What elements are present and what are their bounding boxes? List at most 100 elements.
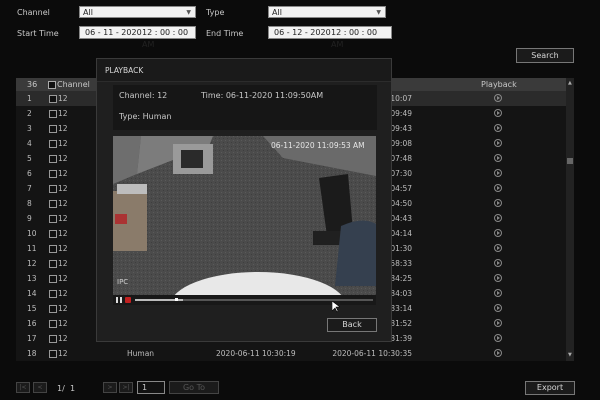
row-checkbox[interactable] (49, 155, 57, 163)
next-page-button[interactable]: > (103, 382, 117, 393)
row-checkbox[interactable] (49, 320, 57, 328)
select-all-checkbox[interactable] (48, 81, 56, 89)
row-channel: 12 (58, 349, 68, 358)
channel-label: Channel (17, 8, 50, 17)
row-channel: 12 (58, 214, 68, 223)
play-icon[interactable] (494, 214, 502, 222)
last-page-button[interactable]: >| (119, 382, 133, 393)
first-page-button[interactable]: |< (16, 382, 30, 393)
row-checkbox[interactable] (49, 185, 57, 193)
row-number: 14 (27, 289, 37, 298)
back-button[interactable]: Back (327, 318, 377, 332)
prev-page-button[interactable]: < (33, 382, 47, 393)
row-channel: 12 (58, 124, 68, 133)
playback-dialog: PLAYBACK Channel: 12 Time: 06-11-2020 11… (96, 58, 392, 342)
row-number: 9 (27, 214, 32, 223)
playback-column-header: Playback (481, 80, 517, 89)
play-icon[interactable] (494, 244, 502, 252)
row-number: 16 (27, 319, 37, 328)
row-checkbox[interactable] (49, 110, 57, 118)
row-checkbox[interactable] (49, 260, 57, 268)
row-checkbox[interactable] (49, 245, 57, 253)
pause-icon-bar (120, 297, 122, 303)
row-number: 1 (27, 94, 32, 103)
play-icon[interactable] (494, 229, 502, 237)
end-time-label: End Time (206, 29, 244, 38)
row-number: 5 (27, 154, 32, 163)
page-total: 1 (70, 384, 76, 393)
type-select-value: All (272, 8, 282, 17)
type-select[interactable]: All ▼ (268, 6, 386, 18)
row-number: 7 (27, 184, 32, 193)
end-date-value: 06 - 12 - 2020 (274, 28, 331, 37)
record-icon[interactable] (125, 297, 131, 303)
play-icon[interactable] (494, 274, 502, 282)
camera-frame (113, 136, 376, 295)
row-number: 2 (27, 109, 32, 118)
event-time: Time: 06-11-2020 11:09:50AM (201, 91, 324, 100)
row-number: 8 (27, 199, 32, 208)
row-channel: 12 (58, 184, 68, 193)
video-player[interactable]: 06-11-2020 11:09:53 AM IPC (113, 136, 376, 295)
row-checkbox[interactable] (49, 230, 57, 238)
play-icon[interactable] (494, 169, 502, 177)
end-time-value: 12 : 00 : 00 AM (331, 28, 378, 49)
row-checkbox[interactable] (49, 350, 57, 358)
row-channel: 12 (58, 304, 68, 313)
scroll-down-icon[interactable]: ▼ (568, 352, 572, 358)
row-checkbox[interactable] (49, 215, 57, 223)
start-time-field[interactable]: 06 - 11 - 2020 12 : 00 : 00 AM (79, 26, 196, 49)
row-checkbox[interactable] (49, 170, 57, 178)
page-number-input[interactable]: 1 (137, 381, 165, 394)
table-scrollbar[interactable]: ▲ ▼ (566, 78, 574, 361)
scroll-up-icon[interactable]: ▲ (568, 80, 572, 86)
progress-handle[interactable] (175, 298, 178, 301)
row-checkbox[interactable] (49, 125, 57, 133)
event-info-panel: Channel: 12 Time: 06-11-2020 11:09:50AM … (113, 85, 377, 130)
row-checkbox[interactable] (49, 95, 57, 103)
row-checkbox[interactable] (49, 305, 57, 313)
play-icon[interactable] (494, 289, 502, 297)
scroll-thumb[interactable] (567, 158, 573, 164)
event-type: Type: Human (119, 112, 172, 121)
play-icon[interactable] (494, 109, 502, 117)
row-channel: 12 (58, 199, 68, 208)
row-checkbox[interactable] (49, 275, 57, 283)
row-channel: 12 (58, 154, 68, 163)
play-icon[interactable] (494, 349, 502, 357)
play-icon[interactable] (494, 94, 502, 102)
pause-icon[interactable] (116, 297, 118, 303)
channel-select[interactable]: All ▼ (79, 6, 196, 18)
play-icon[interactable] (494, 259, 502, 267)
row-number: 18 (27, 349, 37, 358)
export-button[interactable]: Export (525, 381, 575, 395)
play-icon[interactable] (494, 124, 502, 132)
play-icon[interactable] (494, 154, 502, 162)
play-icon[interactable] (494, 319, 502, 327)
end-time-field[interactable]: 06 - 12 - 2020 12 : 00 : 00 AM (268, 26, 392, 49)
row-type: Human (127, 349, 155, 358)
row-channel: 12 (58, 94, 68, 103)
dialog-title: PLAYBACK (105, 66, 144, 75)
row-channel: 12 (58, 289, 68, 298)
play-icon[interactable] (494, 199, 502, 207)
row-checkbox[interactable] (49, 335, 57, 343)
search-button[interactable]: Search (516, 48, 574, 63)
mouse-cursor-icon (332, 301, 340, 313)
row-checkbox[interactable] (49, 140, 57, 148)
row-channel: 12 (58, 109, 68, 118)
row-checkbox[interactable] (49, 290, 57, 298)
play-icon[interactable] (494, 139, 502, 147)
row-number: 4 (27, 139, 32, 148)
result-count: 36 (27, 80, 38, 89)
table-row[interactable]: 18 12 Human 2020-06-11 10:30:19 2020-06-11 1… (16, 346, 566, 361)
play-icon[interactable] (494, 184, 502, 192)
play-icon[interactable] (494, 334, 502, 342)
row-channel: 12 (58, 274, 68, 283)
channel-column-header: Channel (57, 80, 90, 89)
play-icon[interactable] (494, 304, 502, 312)
dialog-header: PLAYBACK (97, 59, 391, 82)
row-checkbox[interactable] (49, 200, 57, 208)
row-number: 11 (27, 244, 37, 253)
goto-button[interactable]: Go To (169, 381, 219, 394)
